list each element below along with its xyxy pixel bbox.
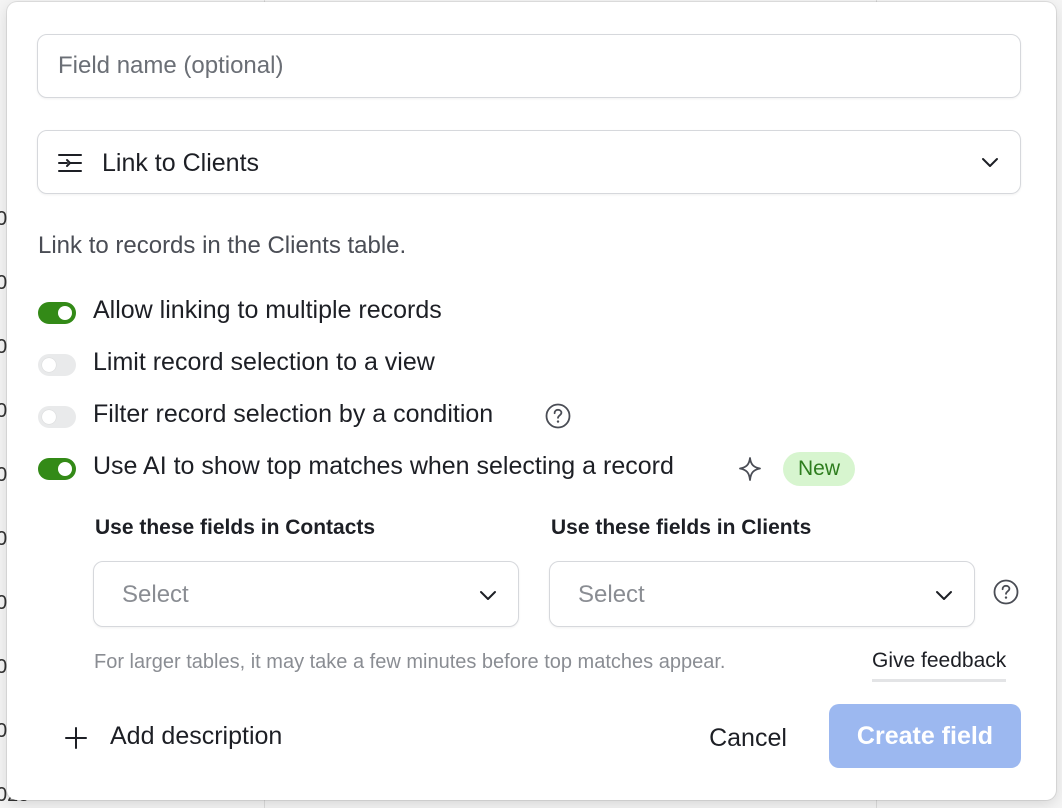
help-icon[interactable] (993, 579, 1019, 605)
select-placeholder: Select (578, 581, 645, 608)
clients-fields-select[interactable]: Select (549, 561, 975, 627)
option-label: Limit record selection to a view (93, 348, 435, 376)
ai-sparkle-icon (739, 457, 761, 481)
link-field-icon (58, 154, 82, 172)
contacts-fields-select[interactable]: Select (93, 561, 519, 627)
option-label: Filter record selection by a condition (93, 400, 494, 428)
contacts-fields-heading: Use these fields in Contacts (95, 516, 376, 539)
plus-icon (65, 727, 87, 749)
option-label: Allow linking to multiple records (93, 296, 442, 324)
field-type-label: Link to Clients (102, 149, 260, 177)
toggle-knob (58, 306, 72, 320)
new-badge: New (783, 452, 856, 486)
toggle-knob (42, 410, 56, 424)
help-icon[interactable] (545, 403, 571, 429)
clients-fields-heading: Use these fields in Clients (551, 516, 812, 539)
give-feedback-link[interactable]: Give feedback (872, 649, 1007, 682)
toggle-knob (58, 462, 72, 476)
ai-matches-hint: For larger tables, it may take a few min… (94, 651, 726, 673)
field-name-input[interactable] (37, 34, 1021, 98)
create-field-button[interactable]: Create field (829, 704, 1021, 768)
limit-view-toggle[interactable] (38, 354, 76, 376)
toggle-knob (42, 358, 56, 372)
cancel-button[interactable]: Cancel (697, 708, 799, 768)
chevron-down-icon (480, 591, 496, 600)
field-type-select[interactable]: Link to Clients (37, 130, 1021, 194)
chevron-down-icon (982, 158, 998, 167)
select-placeholder: Select (122, 581, 189, 608)
ai-matches-toggle[interactable] (38, 458, 76, 480)
add-description-label: Add description (110, 722, 283, 750)
filter-condition-toggle[interactable] (38, 406, 76, 428)
option-label: Use AI to show top matches when selectin… (93, 452, 674, 480)
create-field-dialog: Link to Clients Link to records in the C… (7, 2, 1056, 800)
chevron-down-icon (936, 591, 952, 600)
allow-multiple-toggle[interactable] (38, 302, 76, 324)
field-type-description: Link to records in the Clients table. (38, 232, 407, 259)
